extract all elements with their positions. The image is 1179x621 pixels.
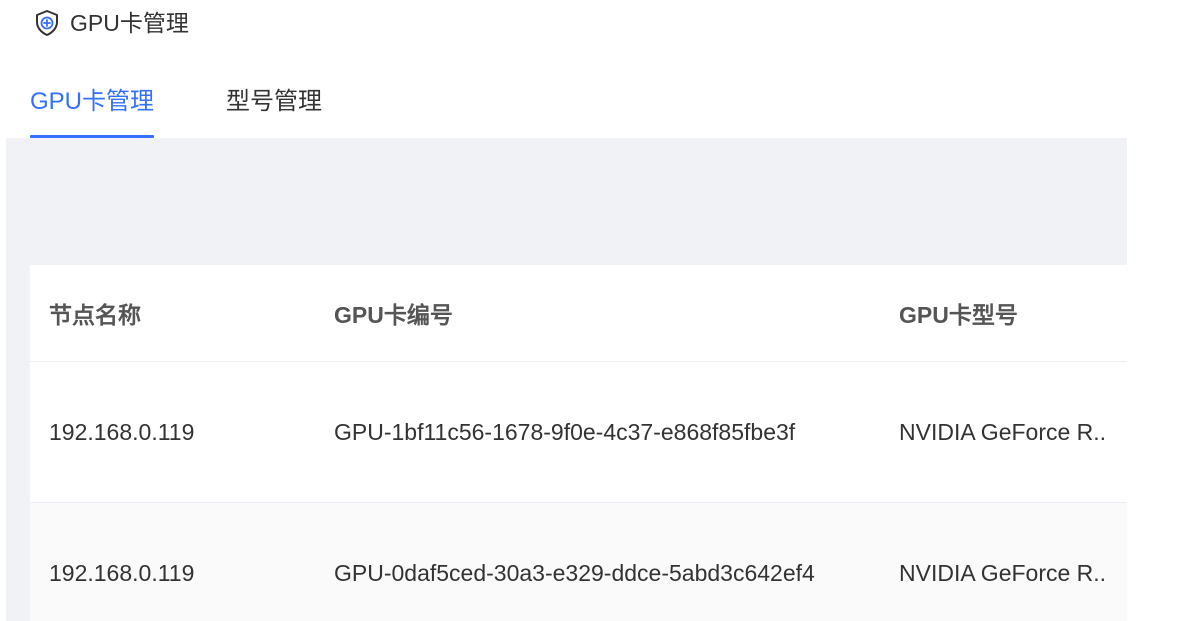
cell-node-name: 192.168.0.119 (49, 418, 195, 445)
tab-label: GPU卡管理 (30, 88, 155, 115)
tab-bar: GPU卡管理 型号管理 (30, 82, 394, 138)
shield-plus-icon (34, 9, 60, 37)
table-header: 节点名称 GPU卡编号 GPU卡型号 (30, 265, 1127, 362)
cell-gpu-id: GPU-0daf5ced-30a3-e329-ddce-5abd3c642ef4 (334, 559, 815, 586)
column-header-gpu-model[interactable]: GPU卡型号 (899, 265, 1127, 361)
tab-gpu-card-management[interactable]: GPU卡管理 (30, 82, 155, 138)
cell-gpu-model: NVIDIA GeForce R.. (899, 418, 1107, 445)
column-header-gpu-id[interactable]: GPU卡编号 (334, 265, 879, 361)
table-row[interactable]: 192.168.0.119 GPU-1bf11c56-1678-9f0e-4c3… (30, 362, 1127, 503)
gpu-table: 节点名称 GPU卡编号 GPU卡型号 192.168.0.119 GPU-1bf… (30, 265, 1127, 621)
cell-gpu-id: GPU-1bf11c56-1678-9f0e-4c37-e868f85fbe3f (334, 418, 796, 445)
page-title: GPU卡管理 (70, 10, 189, 36)
cell-node-name: 192.168.0.119 (49, 559, 195, 586)
page-header: GPU卡管理 (34, 8, 189, 38)
content-area: 节点名称 GPU卡编号 GPU卡型号 192.168.0.119 GPU-1bf… (6, 138, 1127, 621)
tab-label: 型号管理 (226, 88, 323, 115)
column-header-node-name[interactable]: 节点名称 (49, 265, 309, 361)
tab-model-management[interactable]: 型号管理 (226, 82, 322, 138)
table-row[interactable]: 192.168.0.119 GPU-0daf5ced-30a3-e329-ddc… (30, 503, 1127, 621)
cell-gpu-model: NVIDIA GeForce R.. (899, 559, 1107, 586)
